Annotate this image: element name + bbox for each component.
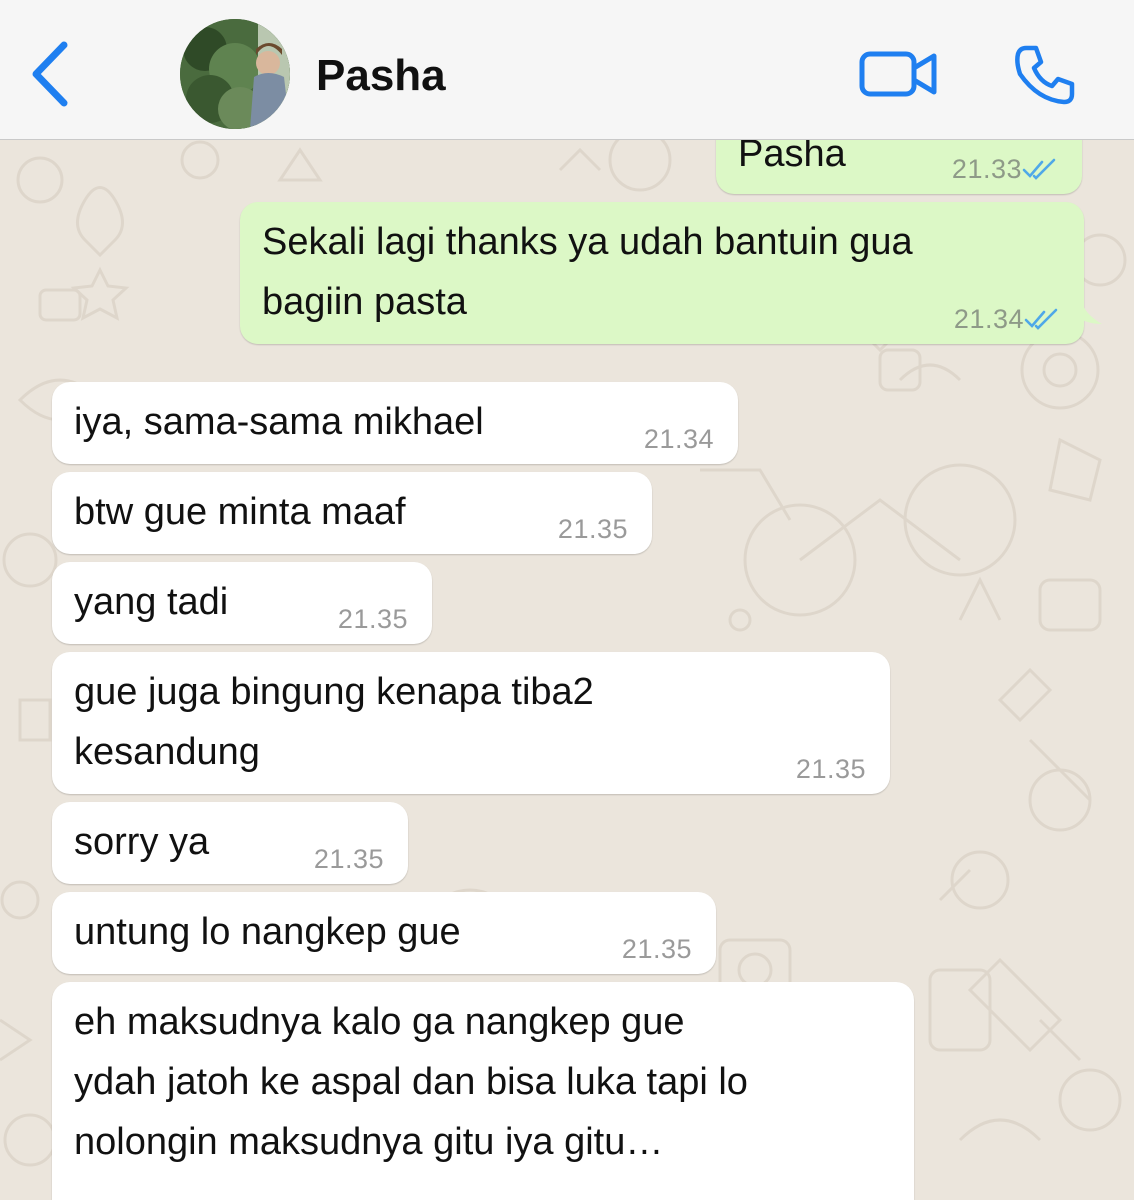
video-camera-icon bbox=[859, 51, 937, 97]
read-receipt-icon bbox=[1024, 308, 1058, 330]
chat-header: Pasha bbox=[0, 0, 1134, 140]
message-text: btw gue minta maaf bbox=[74, 491, 406, 533]
bubble-tail bbox=[1076, 298, 1102, 324]
message-bubble-incoming[interactable]: yang tadi 21.35 bbox=[52, 562, 432, 644]
message-bubble-incoming[interactable]: untung lo nangkep gue 21.35 bbox=[52, 892, 716, 974]
message-time: 21.35 bbox=[557, 514, 628, 544]
chevron-left-icon bbox=[32, 41, 68, 107]
message-time: 21.35 bbox=[795, 754, 866, 784]
message-bubble-outgoing[interactable]: Sekali lagi thanks ya udah bantuin gua b… bbox=[240, 202, 1102, 344]
message-time: 21.33 bbox=[951, 154, 1022, 184]
message-text: yang tadi bbox=[74, 581, 229, 623]
message-bubble-incoming[interactable]: iya, sama-sama mikhael 21.34 bbox=[52, 382, 738, 464]
message-text: eh maksudnya kalo ga nangkep gue ydah ja… bbox=[74, 1001, 748, 1163]
contact-avatar[interactable] bbox=[180, 19, 290, 129]
avatar-image bbox=[180, 19, 290, 129]
message-bubble-incoming[interactable]: sorry ya 21.35 bbox=[52, 802, 408, 884]
message-time: 21.35 bbox=[337, 604, 408, 634]
contact-name[interactable]: Pasha bbox=[316, 46, 446, 106]
voice-call-button[interactable] bbox=[1008, 38, 1080, 110]
message-bubble-incoming[interactable]: eh maksudnya kalo ga nangkep gue ydah ja… bbox=[52, 982, 914, 1200]
back-button[interactable] bbox=[20, 36, 80, 112]
video-call-button[interactable] bbox=[856, 42, 942, 106]
message-text: sorry ya bbox=[74, 821, 210, 863]
message-text: iya, sama-sama mikhael bbox=[74, 401, 484, 443]
phone-icon bbox=[1015, 45, 1075, 105]
message-bubble-incoming[interactable]: gue juga bingung kenapa tiba2 kesandung … bbox=[52, 652, 890, 794]
read-receipt-icon bbox=[1022, 158, 1056, 180]
message-text: untung lo nangkep gue bbox=[74, 911, 461, 953]
message-bubble-incoming[interactable]: btw gue minta maaf 21.35 bbox=[52, 472, 652, 554]
message-text: Sekali lagi thanks ya udah bantuin gua b… bbox=[262, 221, 913, 323]
message-text: gue juga bingung kenapa tiba2 kesandung bbox=[74, 671, 594, 773]
message-time: 21.35 bbox=[313, 844, 384, 874]
message-time: 21.35 bbox=[621, 934, 692, 964]
message-time: 21.34 bbox=[953, 304, 1024, 334]
message-time: 21.34 bbox=[643, 424, 714, 454]
